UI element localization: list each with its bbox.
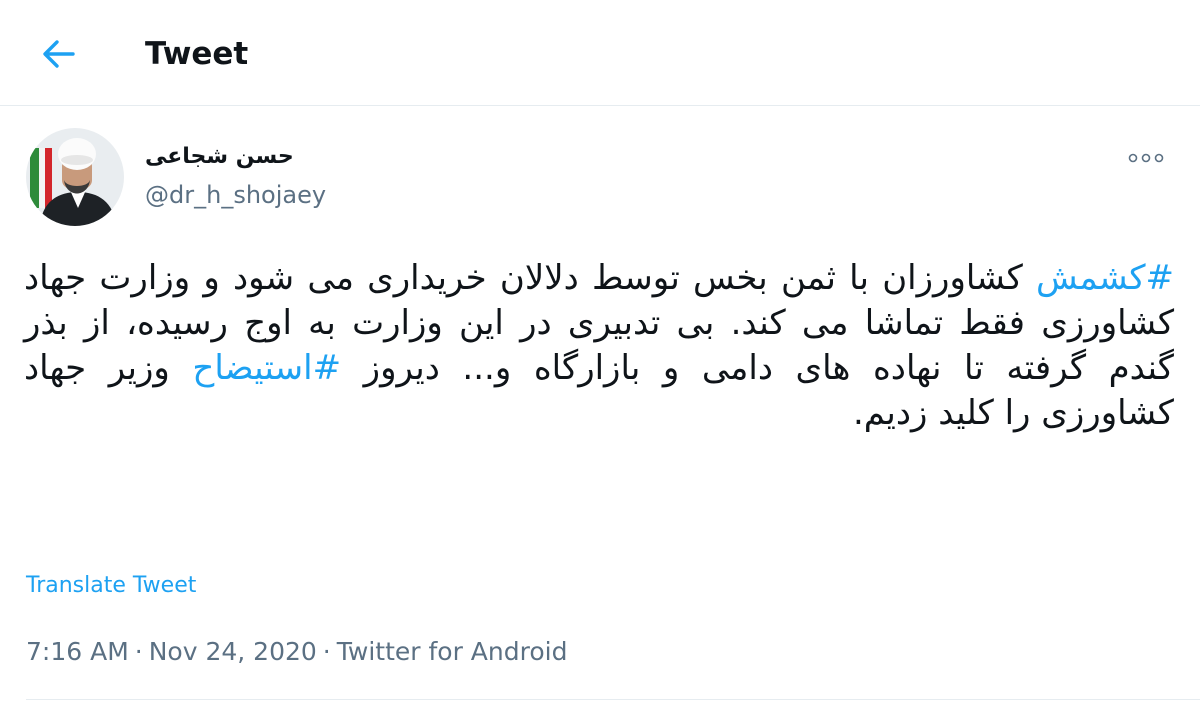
tweet-time[interactable]: 7:16 AM — [26, 637, 129, 666]
divider — [26, 699, 1200, 700]
meta-separator: · — [134, 637, 143, 666]
back-button[interactable] — [36, 32, 80, 76]
tweet-text: #کشمش کشاورزان با ثمن بخس توسط دلالان خر… — [24, 256, 1174, 436]
more-options-button[interactable] — [1124, 140, 1168, 176]
tweet-source[interactable]: Twitter for Android — [337, 637, 568, 666]
hashtag-link[interactable]: #استیضاح — [192, 348, 341, 388]
more-horizontal-icon — [1128, 153, 1164, 163]
tweet-detail: حسن شجاعی @dr_h_shojaey #کشمش کشاورزان ب… — [0, 106, 1200, 705]
avatar-image — [26, 128, 124, 226]
hashtag-link[interactable]: #کشمش — [1036, 258, 1174, 298]
page-title: Tweet — [145, 36, 249, 72]
arrow-left-icon — [43, 40, 75, 68]
top-bar: Tweet — [0, 0, 1200, 106]
translate-tweet-link[interactable]: Translate Tweet — [26, 572, 196, 600]
avatar[interactable] — [26, 128, 124, 226]
author-handle[interactable]: @dr_h_shojaey — [145, 179, 326, 211]
tweet-meta: 7:16 AM · Nov 24, 2020 · Twitter for Android — [26, 636, 567, 668]
tweet-date[interactable]: Nov 24, 2020 — [149, 637, 317, 666]
meta-separator: · — [322, 637, 331, 666]
author-name[interactable]: حسن شجاعی — [145, 142, 345, 172]
